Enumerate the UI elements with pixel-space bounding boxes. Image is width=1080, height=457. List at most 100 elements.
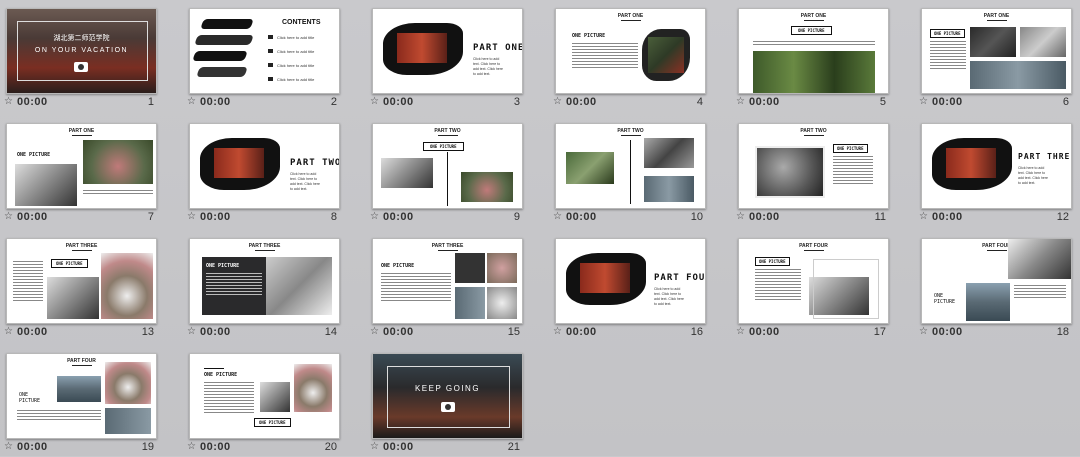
- one-picture-label: ONE PICTURE: [833, 144, 868, 153]
- slide-number: 19: [141, 441, 154, 453]
- slide-meta: ☆ 00:00 9: [370, 211, 520, 223]
- photo: [755, 146, 825, 198]
- star-icon: ☆: [553, 326, 562, 337]
- slide-preview[interactable]: PART ONE ONE PICTURE: [555, 8, 706, 94]
- slide-thumbnail-20[interactable]: ONE PICTURE ONE PICTURE ☆ 00:00 20: [183, 347, 341, 457]
- slide-number: 13: [141, 326, 154, 338]
- slide-thumbnail-10[interactable]: PART TWO ☆ 00:00 10: [549, 117, 707, 227]
- slide-header: PART TWO: [739, 128, 888, 136]
- slide-thumbnail-12[interactable]: PART THREE Click here to add text. Click…: [915, 117, 1073, 227]
- text-lines: [930, 41, 966, 71]
- slide-thumbnail-11[interactable]: PART TWO ONE PICTURE ☆ 00:00 11: [732, 117, 890, 227]
- part-blurb: Click here to add text. Click here to ad…: [473, 57, 503, 76]
- slide-thumbnail-19[interactable]: PART FOUR ONE PICTURE ☆ 00:00 19: [0, 347, 158, 457]
- cover-subtitle: ON YOUR VACATION: [34, 47, 129, 54]
- slide-preview[interactable]: PART TWO Click here to add text. Click h…: [189, 123, 340, 209]
- star-icon: ☆: [4, 326, 13, 337]
- slide-preview[interactable]: PART THREE ONE PICTURE: [189, 238, 340, 324]
- slide-preview[interactable]: PART FOUR ONE PICTURE: [6, 353, 157, 439]
- slide-number: 3: [513, 96, 520, 108]
- slide-preview[interactable]: PART FOUR ONE PICTURE: [738, 238, 889, 324]
- text-lines: [753, 41, 875, 47]
- star-icon: ☆: [370, 326, 379, 337]
- slide-meta: ☆ 00:00 3: [370, 96, 520, 108]
- slide-thumbnail-17[interactable]: PART FOUR ONE PICTURE ☆ 00:00 17: [732, 232, 890, 342]
- star-icon: ☆: [553, 211, 562, 222]
- one-picture-label: ONE PICTURE: [572, 33, 606, 39]
- slide-number: 1: [147, 96, 154, 108]
- slide-preview[interactable]: PART TWO ONE PICTURE: [372, 123, 523, 209]
- part-title: PART TWO: [290, 158, 340, 168]
- slide-thumbnail-8[interactable]: PART TWO Click here to add text. Click h…: [183, 117, 341, 227]
- slide-number: 17: [873, 326, 886, 338]
- part-title: PART ONE: [473, 43, 523, 53]
- slide-meta: ☆ 00:00 6: [919, 96, 1069, 108]
- slide-preview[interactable]: PART THREE Click here to add text. Click…: [921, 123, 1072, 209]
- timeline-line: [630, 140, 631, 204]
- slide-thumbnail-3[interactable]: PART ONE Click here to add text. Click h…: [366, 2, 524, 112]
- slide-meta: ☆ 00:00 5: [736, 96, 886, 108]
- slide-preview[interactable]: ONE PICTURE ONE PICTURE: [189, 353, 340, 439]
- photo: [966, 283, 1010, 321]
- photo: [1020, 27, 1066, 57]
- slide-number: 8: [330, 211, 337, 223]
- photo: [260, 382, 290, 412]
- slide-thumbnail-9[interactable]: PART TWO ONE PICTURE ☆ 00:00 9: [366, 117, 524, 227]
- slide-header: PART ONE: [739, 13, 888, 21]
- photo: [105, 362, 151, 404]
- slide-thumbnail-5[interactable]: PART ONE ONE PICTURE ☆ 00:00 5: [732, 2, 890, 112]
- slide-thumbnail-7[interactable]: PART ONE ONE PICTURE ☆ 00:00 7: [0, 117, 158, 227]
- star-icon: ☆: [4, 96, 13, 107]
- photo: [57, 376, 101, 402]
- brush-stripes: [192, 17, 254, 87]
- one-picture-label: ONE PICTURE: [51, 259, 88, 268]
- slide-preview[interactable]: PART FOUR Click here to add text. Click …: [555, 238, 706, 324]
- one-picture-label-box: ONE PICTURE: [254, 418, 291, 427]
- slide-preview[interactable]: PART ONE ONE PICTURE: [738, 8, 889, 94]
- photo: [455, 287, 485, 319]
- slide-preview[interactable]: PART ONE ONE PICTURE: [921, 8, 1072, 94]
- one-picture-label: ONE PICTURE: [755, 257, 790, 266]
- text-lines: [572, 43, 638, 70]
- slide-thumbnail-15[interactable]: PART THREE ONE PICTURE ☆ 00:00 15: [366, 232, 524, 342]
- slide-preview[interactable]: PART ONE ONE PICTURE: [6, 123, 157, 209]
- slide-number: 16: [690, 326, 703, 338]
- slide-thumbnail-21[interactable]: KEEP GOING ☆ 00:00 21: [366, 347, 524, 457]
- text-lines: [206, 273, 262, 297]
- star-icon: ☆: [919, 96, 928, 107]
- slide-thumbnail-4[interactable]: PART ONE ONE PICTURE ☆ 00:00 4: [549, 2, 707, 112]
- one-picture-label: ONE PICTURE: [423, 142, 464, 151]
- star-icon: ☆: [187, 441, 196, 452]
- star-icon: ☆: [187, 211, 196, 222]
- star-icon: ☆: [736, 326, 745, 337]
- slide-preview[interactable]: PART TWO ONE PICTURE: [738, 123, 889, 209]
- photo: [381, 158, 433, 188]
- slide-meta: ☆ 00:00 16: [553, 326, 703, 338]
- slide-thumbnail-16[interactable]: PART FOUR Click here to add text. Click …: [549, 232, 707, 342]
- slide-thumbnail-1[interactable]: 湖北第二师范学院 ON YOUR VACATION ☆ 00:00 1: [0, 2, 158, 112]
- photo: [461, 172, 513, 202]
- slide-preview[interactable]: PART TWO: [555, 123, 706, 209]
- slide-preview[interactable]: PART ONE Click here to add text. Click h…: [372, 8, 523, 94]
- slide-meta: ☆ 00:00 2: [187, 96, 337, 108]
- slide-meta: ☆ 00:00 10: [553, 211, 703, 223]
- slide-thumbnail-6[interactable]: PART ONE ONE PICTURE ☆ 00:00 6: [915, 2, 1073, 112]
- slide-thumbnail-2[interactable]: CONTENTS Click here to add title Click h…: [183, 2, 341, 112]
- slide-preview[interactable]: CONTENTS Click here to add title Click h…: [189, 8, 340, 94]
- text-lines: [17, 410, 101, 422]
- slide-preview[interactable]: PART THREE ONE PICTURE: [6, 238, 157, 324]
- slide-preview[interactable]: PART THREE ONE PICTURE: [372, 238, 523, 324]
- slide-thumbnail-13[interactable]: PART THREE ONE PICTURE ☆ 00:00 13: [0, 232, 158, 342]
- slide-preview[interactable]: 湖北第二师范学院 ON YOUR VACATION: [6, 8, 157, 94]
- part-blurb: Click here to add text. Click here to ad…: [1018, 166, 1048, 185]
- slide-meta: ☆ 00:00 12: [919, 211, 1069, 223]
- slide-thumbnail-18[interactable]: PART FOUR ONE PICTURE ☆ 00:00 18: [915, 232, 1073, 342]
- camera-icon: [268, 35, 273, 39]
- slide-number: 20: [324, 441, 337, 453]
- slide-preview[interactable]: PART FOUR ONE PICTURE: [921, 238, 1072, 324]
- text-lines: [204, 382, 254, 415]
- text-lines: [381, 273, 451, 303]
- slide-thumbnail-14[interactable]: PART THREE ONE PICTURE ☆ 00:00 14: [183, 232, 341, 342]
- slide-header: PART TWO: [556, 128, 705, 136]
- slide-preview[interactable]: KEEP GOING: [372, 353, 523, 439]
